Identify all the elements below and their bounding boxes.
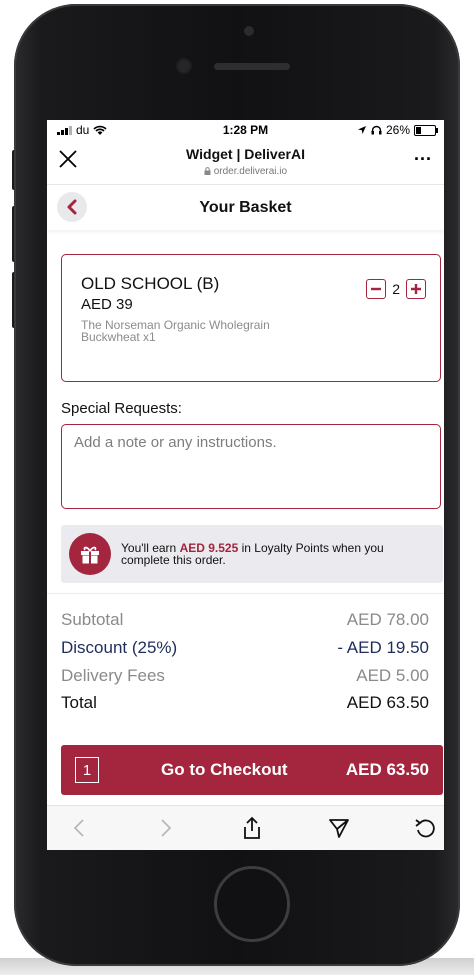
browser-toolbar [47, 805, 444, 850]
reload-icon[interactable] [413, 816, 437, 840]
plus-icon [411, 284, 421, 294]
phone-screen: du 1:28 PM 26% Widget | DeliverAI order.… [47, 120, 444, 850]
home-button[interactable] [214, 866, 290, 942]
discount-label: Discount (25%) [61, 638, 178, 657]
item-name: OLD SCHOOL (B) [81, 274, 220, 293]
page-title: Your Basket [199, 199, 292, 216]
sensor-dot [244, 26, 254, 36]
delivery-fees-row: Delivery Fees AED 5.00 [61, 666, 429, 686]
section-divider [47, 593, 444, 594]
checkout-button[interactable]: 1 Go to Checkout AED 63.50 [61, 745, 443, 795]
earpiece-speaker [214, 63, 290, 70]
delivery-fees-value: AED 5.00 [356, 666, 429, 685]
increase-quantity-button[interactable] [406, 279, 426, 299]
browser-title: Widget | DeliverAI [186, 146, 305, 162]
loyalty-message: You'll earn AED 9.525 in Loyalty Points … [121, 542, 433, 566]
special-requests-input[interactable]: Add a note or any instructions. [61, 424, 441, 509]
location-icon [357, 126, 366, 134]
gift-badge [69, 533, 111, 575]
headphones-icon [371, 125, 382, 135]
basket-item-card[interactable]: OLD SCHOOL (B) AED 39 The Norseman Organ… [61, 254, 441, 382]
special-requests-label: Special Requests: [61, 400, 182, 417]
item-price: AED 39 [81, 296, 133, 313]
subtotal-label: Subtotal [61, 610, 124, 629]
item-description: The Norseman Organic Wholegrain Buckwhea… [81, 318, 270, 344]
subtotal-value: AED 78.00 [346, 610, 429, 629]
forward-arrow-icon[interactable] [154, 816, 178, 840]
loyalty-banner: You'll earn AED 9.525 in Loyalty Points … [61, 525, 443, 583]
back-arrow-icon[interactable] [67, 816, 91, 840]
battery-percent: 26% [385, 123, 410, 137]
more-options-icon[interactable]: ... [414, 144, 432, 165]
status-bar: du 1:28 PM 26% [47, 120, 444, 140]
total-label: Total [61, 693, 97, 712]
total-row: Total AED 63.50 [61, 693, 429, 713]
battery-icon [414, 124, 438, 136]
quantity-stepper: 2 [366, 279, 426, 299]
minus-icon [371, 287, 382, 291]
share-icon[interactable] [240, 816, 264, 840]
checkout-label: Go to Checkout [161, 760, 288, 779]
gift-icon [81, 546, 99, 564]
lock-icon [204, 167, 211, 175]
send-icon[interactable] [327, 816, 351, 840]
subtotal-row: Subtotal AED 78.00 [61, 610, 429, 630]
browser-header: Widget | DeliverAI order.deliverai.io ..… [47, 140, 444, 185]
browser-url-text: order.deliverai.io [213, 166, 288, 177]
delivery-fees-label: Delivery Fees [61, 666, 165, 685]
quantity-value: 2 [392, 281, 400, 297]
discount-row: Discount (25%) - AED 19.50 [61, 638, 429, 658]
discount-value: - AED 19.50 [337, 638, 429, 657]
checkout-item-count: 1 [75, 757, 99, 783]
total-value: AED 63.50 [346, 693, 429, 712]
decrease-quantity-button[interactable] [366, 279, 387, 299]
app-header: Your Basket [47, 184, 444, 230]
browser-url: order.deliverai.io [47, 166, 444, 177]
checkout-total: AED 63.50 [345, 760, 429, 779]
front-camera [178, 60, 190, 72]
